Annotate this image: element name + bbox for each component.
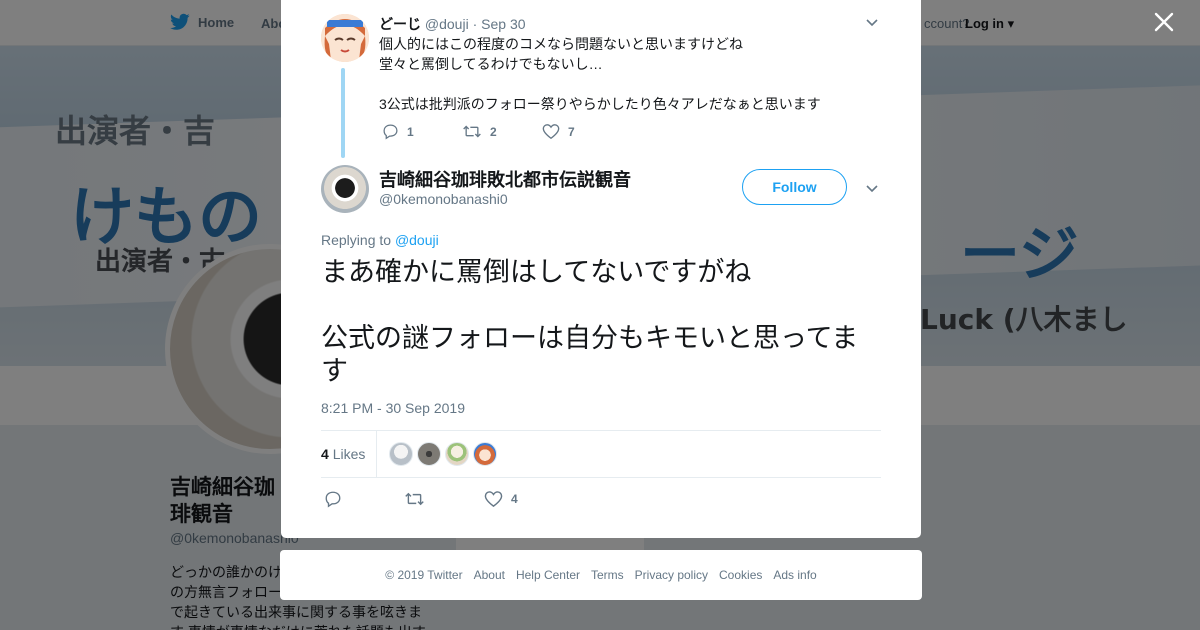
retweet-icon <box>463 125 481 138</box>
tweet-stats: 4 Likes <box>321 430 881 478</box>
reply-text: 個人的にはこの程度のコメなら問題ないと思いますけどね 堂々と罵倒してるわけでもな… <box>379 36 821 112</box>
tweet-author-handle[interactable]: @0kemonobanashi0 <box>379 191 508 207</box>
tweet-like-button[interactable]: 4 <box>484 490 564 508</box>
tweet-author-name[interactable]: 吉崎細谷珈琲敗北都市伝説観音 <box>379 166 631 192</box>
reply-like-count: 7 <box>568 124 575 139</box>
chevron-down-icon <box>866 19 878 27</box>
reply-actions: 1 2 7 <box>382 123 622 140</box>
likes-number: 4 <box>321 446 329 462</box>
conversation-thread-line <box>341 68 345 158</box>
footer-terms-link[interactable]: Terms <box>591 568 624 582</box>
reply-like-button[interactable]: 7 <box>542 123 622 140</box>
reply-icon <box>325 491 341 508</box>
reply-reply-count: 1 <box>407 124 414 139</box>
stats-divider <box>376 431 377 477</box>
footer-copyright[interactable]: © 2019 Twitter <box>385 568 462 582</box>
reply-more-button[interactable] <box>864 14 880 30</box>
reply-icon <box>383 124 398 140</box>
heart-icon <box>484 491 503 508</box>
likes-stat[interactable]: 4 Likes <box>321 446 365 462</box>
tweet-reply-button[interactable] <box>324 490 404 508</box>
tweet-text: まあ確かに罵倒はしてないですがね 公式の謎フォローは自分もキモいと思ってます <box>321 257 859 387</box>
liker-avatar[interactable] <box>389 442 413 466</box>
close-modal-button[interactable] <box>1154 12 1178 36</box>
reply-header: どーじ @douji · Sep 30 <box>379 14 526 34</box>
footer-help-center-link[interactable]: Help Center <box>516 568 580 582</box>
reply-author-name[interactable]: どーじ <box>379 16 421 32</box>
footer-about-link[interactable]: About <box>474 568 505 582</box>
chevron-down-icon <box>866 185 878 193</box>
likes-label: Likes <box>332 446 366 462</box>
follow-button[interactable]: Follow <box>742 169 847 205</box>
anime-avatar-icon <box>321 14 369 62</box>
liker-avatar[interactable] <box>445 442 469 466</box>
footer-privacy-link[interactable]: Privacy policy <box>635 568 708 582</box>
liker-avatars <box>389 442 497 466</box>
heart-icon <box>542 124 560 140</box>
reply-author-handle[interactable]: @douji <box>425 16 469 32</box>
tweet-more-button[interactable] <box>864 180 880 196</box>
modal-footer: © 2019 Twitter About Help Center Terms P… <box>280 550 922 600</box>
replying-to-mention[interactable]: @douji <box>395 232 439 248</box>
reply-retweet-button[interactable]: 2 <box>462 123 542 140</box>
retweet-icon <box>405 492 424 506</box>
liker-avatar[interactable] <box>417 442 441 466</box>
reply-author-avatar[interactable] <box>321 14 369 62</box>
replying-to-prefix: Replying to <box>321 232 392 248</box>
reply-retweet-count: 2 <box>490 124 497 139</box>
close-icon <box>1154 12 1174 32</box>
liker-avatar[interactable] <box>473 442 497 466</box>
tweet-timestamp[interactable]: 8:21 PM - 30 Sep 2019 <box>321 400 465 416</box>
tweet-like-count: 4 <box>511 492 518 506</box>
footer-cookies-link[interactable]: Cookies <box>719 568 762 582</box>
reply-separator: · <box>472 16 478 32</box>
tweet-retweet-button[interactable] <box>404 490 484 508</box>
footer-ads-info-link[interactable]: Ads info <box>773 568 816 582</box>
reply-reply-button[interactable]: 1 <box>382 123 462 140</box>
replying-to: Replying to @douji <box>321 232 439 248</box>
tweet-actions: 4 <box>324 490 564 508</box>
reply-date[interactable]: Sep 30 <box>481 16 525 32</box>
tweet-author-avatar[interactable] <box>321 165 369 213</box>
